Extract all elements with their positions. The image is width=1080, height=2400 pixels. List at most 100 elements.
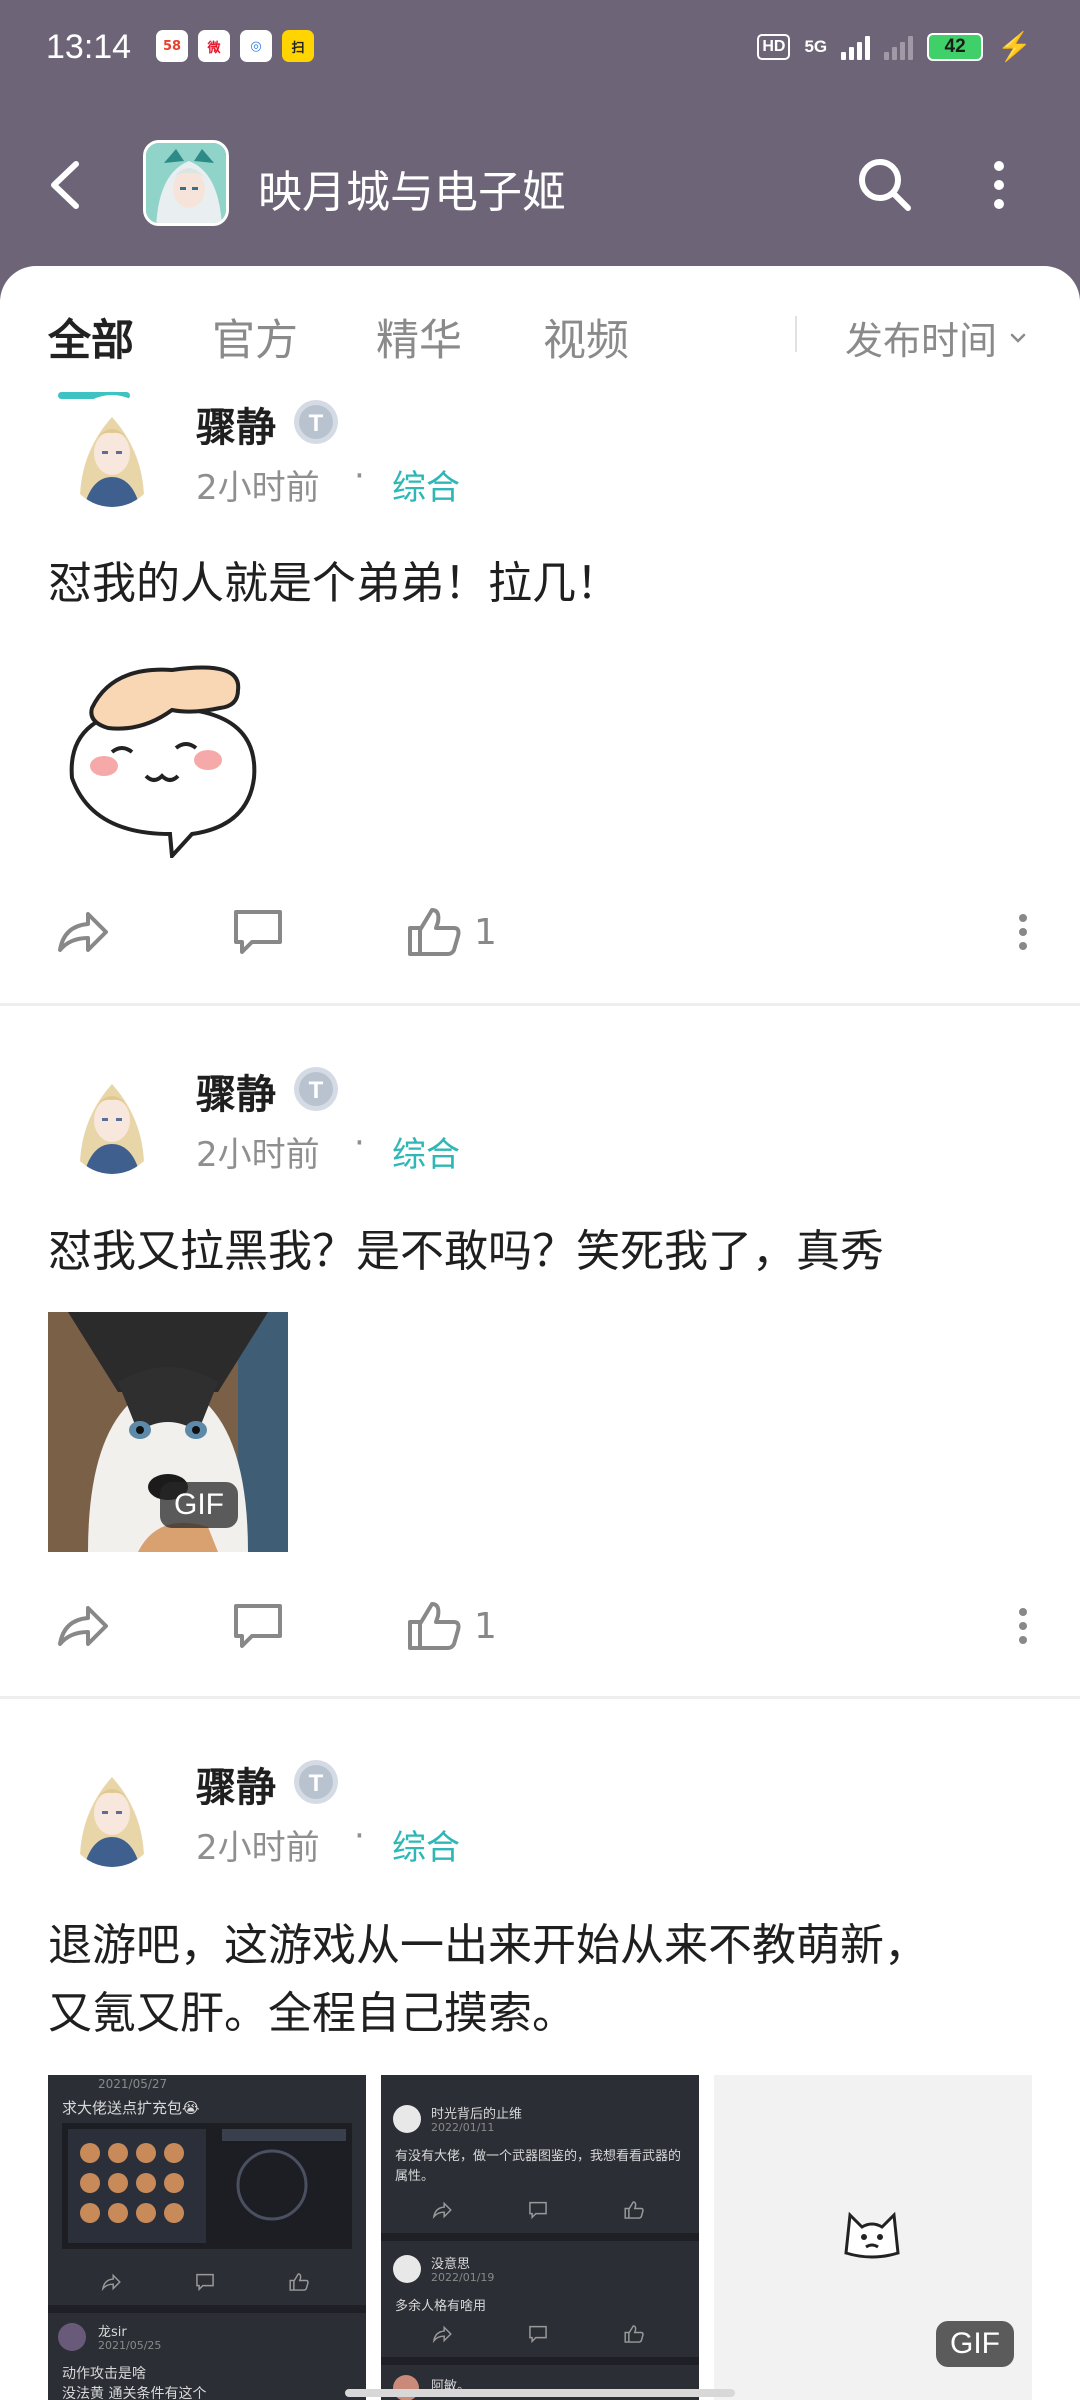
hd-icon: HD [757,33,791,60]
comment-icon [234,910,282,954]
thumbs-up-icon [408,1602,461,1650]
author-name[interactable]: 骤静 [196,1062,276,1120]
share-button[interactable] [52,900,112,964]
post-category[interactable]: 综合 [392,460,460,509]
thumb-user: 龙sir [98,2325,127,2340]
network-indicator: 5G [804,36,828,56]
thumb-text: 多余人格有啥用 [395,2299,487,2314]
user-avatar-icon [62,395,162,507]
comment-icon [529,2325,547,2344]
thumb-text: 没法黄 通关条件有这个 [62,2386,207,2400]
like-button[interactable]: 1 [404,1594,497,1658]
search-button[interactable] [852,152,918,218]
thumb-avatar [58,2323,86,2351]
post-more-icon[interactable] [1008,902,1038,962]
comment-icon [196,2273,214,2292]
thumb-user: 时光背后的止维 [431,2107,523,2122]
post-content: 怼我又拉黑我？是不敢吗？笑死我了，真秀 [48,1226,884,1277]
level-badge-icon: T [294,400,338,444]
avatar[interactable] [62,395,162,507]
notification-icons: 58 微 ◎ 扫 [156,30,314,62]
app-58-icon: 58 [156,30,188,62]
post-divider [0,1003,1080,1006]
author-name[interactable]: 骤静 [196,395,276,453]
sort-dropdown[interactable]: 发布时间 [845,310,1029,365]
thumb-date: 2022/01/19 [431,2271,495,2284]
thumb-divider [381,2233,699,2241]
thumb-text: 有没有大佬，做一个武器图鉴的，我想看看武器的属性。 [395,2149,682,2184]
user-avatar-icon [62,1755,162,1867]
avatar[interactable] [62,1062,162,1174]
author-name[interactable]: 骤静 [196,1755,276,1813]
thumbs-up-icon [624,2201,644,2219]
thumb-avatar [393,2255,421,2283]
battery-level: 42 [944,35,966,57]
comment-icon [529,2201,547,2220]
sticker-image[interactable] [52,648,272,858]
thumbs-up-icon [289,2273,309,2291]
chevron-down-icon [1010,333,1026,343]
tab-featured[interactable]: 精华 [376,306,462,368]
signal-2-icon [884,34,914,60]
post-content-line: 退游吧，这游戏从一出来开始从来不教萌新， [48,1920,928,1971]
battery-icon: 42 [927,32,984,61]
thumb-user: 没意思 [431,2257,471,2272]
network-label: 5G [804,36,828,56]
tab-official[interactable]: 官方 [212,306,298,368]
anime-girl-avatar-icon [146,143,226,223]
thumbs-up-icon [624,2325,644,2343]
level-badge-icon: T [294,1067,338,1111]
post-more-icon[interactable] [1008,1596,1038,1656]
weibo-icon: 微 [198,30,230,62]
thumb-text: 动作攻击是啥 [62,2366,146,2382]
more-options-button[interactable] [974,152,1024,218]
comment-icon [234,1604,282,1648]
status-bar: 13:14 58 微 ◎ 扫 HD 5G 42 ⚡ [0,0,1080,100]
post-time: 2小时前 [196,1828,320,1868]
thumb-divider [48,2305,366,2313]
like-button[interactable]: 1 [404,900,497,964]
more-vertical-icon [994,161,1004,209]
page-title: 映月城与电子姬 [258,167,566,218]
chevron-left-icon [51,161,79,209]
post-image[interactable]: 时光背后的止维 2022/01/11 有没有大佬，做一个武器图鉴的，我想看看武器… [381,2075,699,2400]
post-content: 退游吧，这游戏从一出来开始从来不教萌新， 又氪又肝。全程自己摸索。 [48,1912,1038,2048]
share-icon [58,912,108,952]
group-avatar[interactable] [143,140,229,226]
tab-all[interactable]: 全部 [48,306,134,368]
thumb-date: 2021/05/25 [98,2339,162,2352]
post-category[interactable]: 综合 [392,1820,460,1869]
home-indicator[interactable] [345,2389,735,2397]
signal-icon [841,34,871,60]
tab-divider [795,316,797,352]
post-divider [0,1696,1080,1699]
status-indicators: HD 5G 42 ⚡ [757,30,1032,63]
share-icon [432,2201,452,2220]
gif-badge: GIF [936,2321,1014,2367]
post-time: 2小时前 [196,468,320,508]
like-count: 1 [474,911,497,953]
post-time: 2小时前 [196,1135,320,1175]
cloud-icon: ◎ [240,30,272,62]
post-image[interactable]: GIF [48,1312,288,1552]
meta-separator: · [354,456,365,496]
top-header: 13:14 58 微 ◎ 扫 HD 5G 42 ⚡ 映月城与电子姬 [0,0,1080,300]
nav-bar: 映月城与电子姬 [0,130,1080,240]
post-image[interactable]: 2021/05/27 求大佬送点扩充包😭 龙sir 2021/05/25 动作攻… [48,2075,366,2400]
tab-video[interactable]: 视频 [543,306,629,368]
back-button[interactable] [40,152,96,218]
share-button[interactable] [52,1594,112,1658]
share-icon [58,1606,108,1646]
cat-sticker-icon [844,2211,900,2259]
thumb-avatar [393,2105,421,2133]
svg-text:T: T [309,1770,324,1797]
comment-button[interactable] [228,900,288,964]
like-count: 1 [474,1605,497,1647]
post-image[interactable]: GIF [714,2075,1032,2400]
comment-button[interactable] [228,1594,288,1658]
post-category[interactable]: 综合 [392,1127,460,1176]
meta-separator: · [354,1123,365,1163]
avatar[interactable] [62,1755,162,1867]
pat-head-sticker-icon [69,665,257,858]
thumb-date: 2021/05/27 [98,2077,168,2091]
